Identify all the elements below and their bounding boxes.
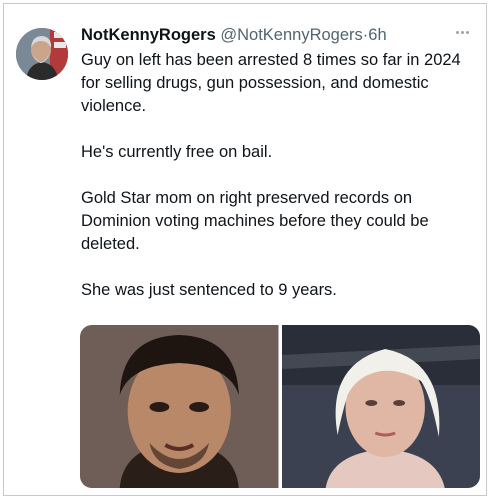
tweet-card[interactable]: NotKennyRogers @NotKennyRogers·6h Guy on… xyxy=(3,3,487,496)
more-options-icon[interactable] xyxy=(456,24,474,38)
mugshot-photo-icon xyxy=(80,325,279,488)
user-handle[interactable]: @NotKennyRogers xyxy=(220,26,362,44)
avatar[interactable] xyxy=(16,28,68,80)
tweet-media xyxy=(80,325,480,488)
media-image-right[interactable] xyxy=(281,325,480,488)
tweet-paragraph: Gold Star mom on right preserved records… xyxy=(81,189,429,253)
tweet-paragraph: She was just sentenced to 9 years. xyxy=(81,281,337,299)
tweet-text: Guy on left has been arrested 8 times so… xyxy=(81,49,481,325)
tweet-paragraph: Guy on left has been arrested 8 times so… xyxy=(81,51,461,115)
display-name[interactable]: NotKennyRogers xyxy=(81,26,216,44)
media-image-left[interactable] xyxy=(80,325,279,488)
tweet-paragraph: He's currently free on bail. xyxy=(81,143,273,161)
tweet-header: NotKennyRogers @NotKennyRogers·6h xyxy=(81,23,474,47)
profile-photo-icon xyxy=(16,28,68,80)
timestamp[interactable]: 6h xyxy=(368,26,386,44)
woman-white-hair-photo-icon xyxy=(281,325,480,488)
